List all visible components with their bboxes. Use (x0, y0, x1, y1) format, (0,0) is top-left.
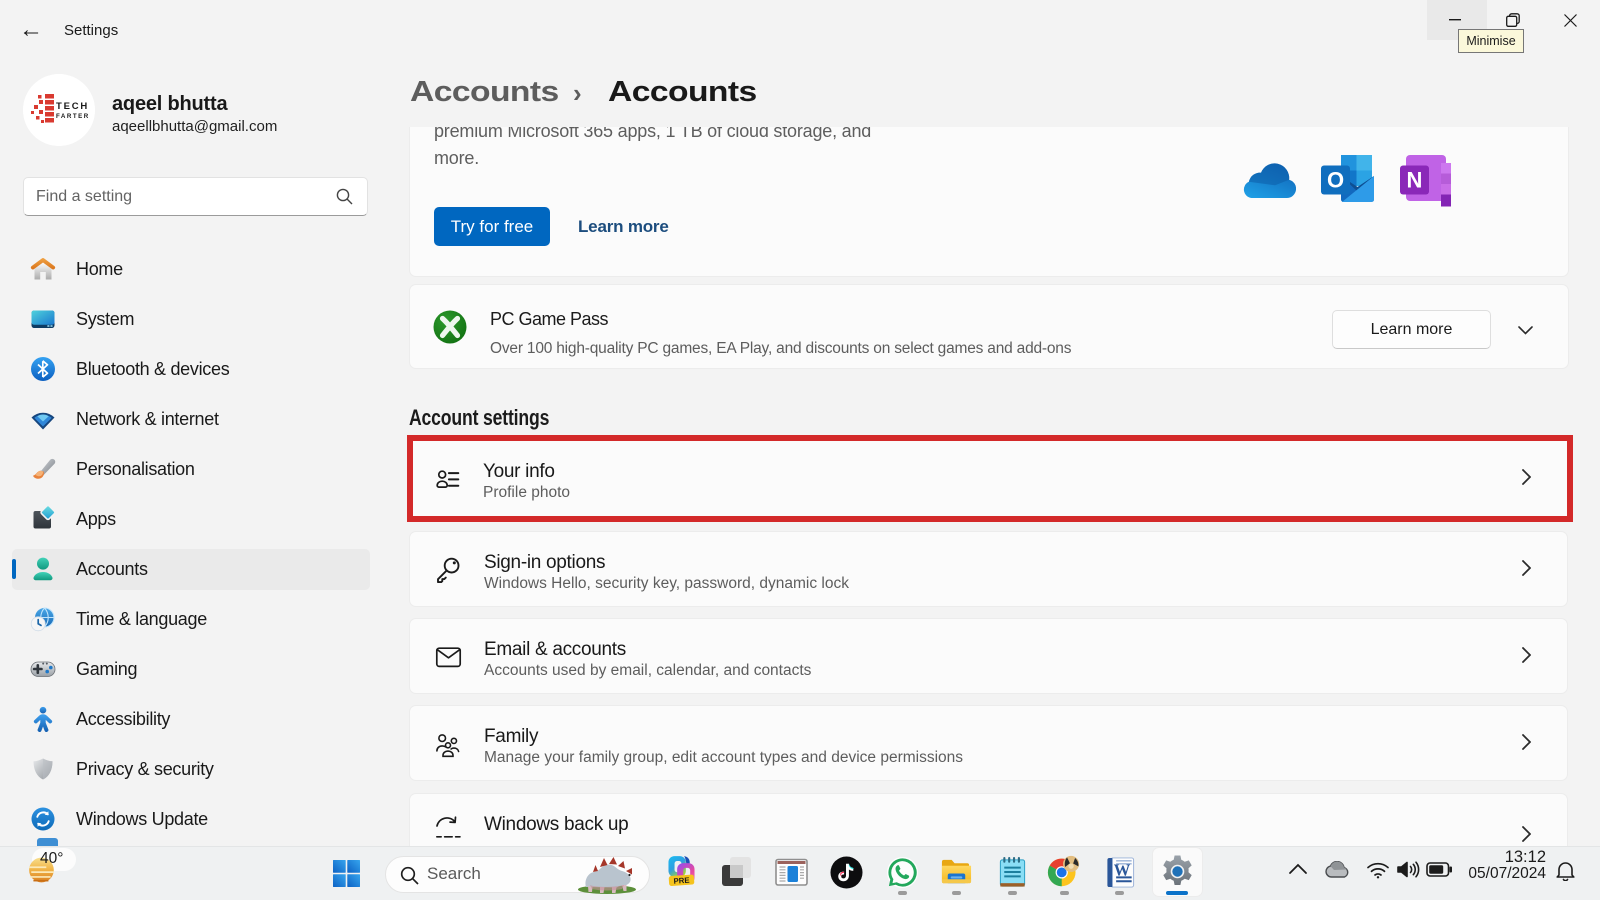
svg-text:O: O (1327, 168, 1344, 193)
svg-text:PRE: PRE (673, 876, 690, 886)
svg-text:TECH: TECH (56, 101, 89, 112)
svg-text:W: W (1114, 860, 1131, 879)
svg-text:FARTER: FARTER (56, 113, 90, 120)
svg-text:N: N (1407, 168, 1423, 193)
